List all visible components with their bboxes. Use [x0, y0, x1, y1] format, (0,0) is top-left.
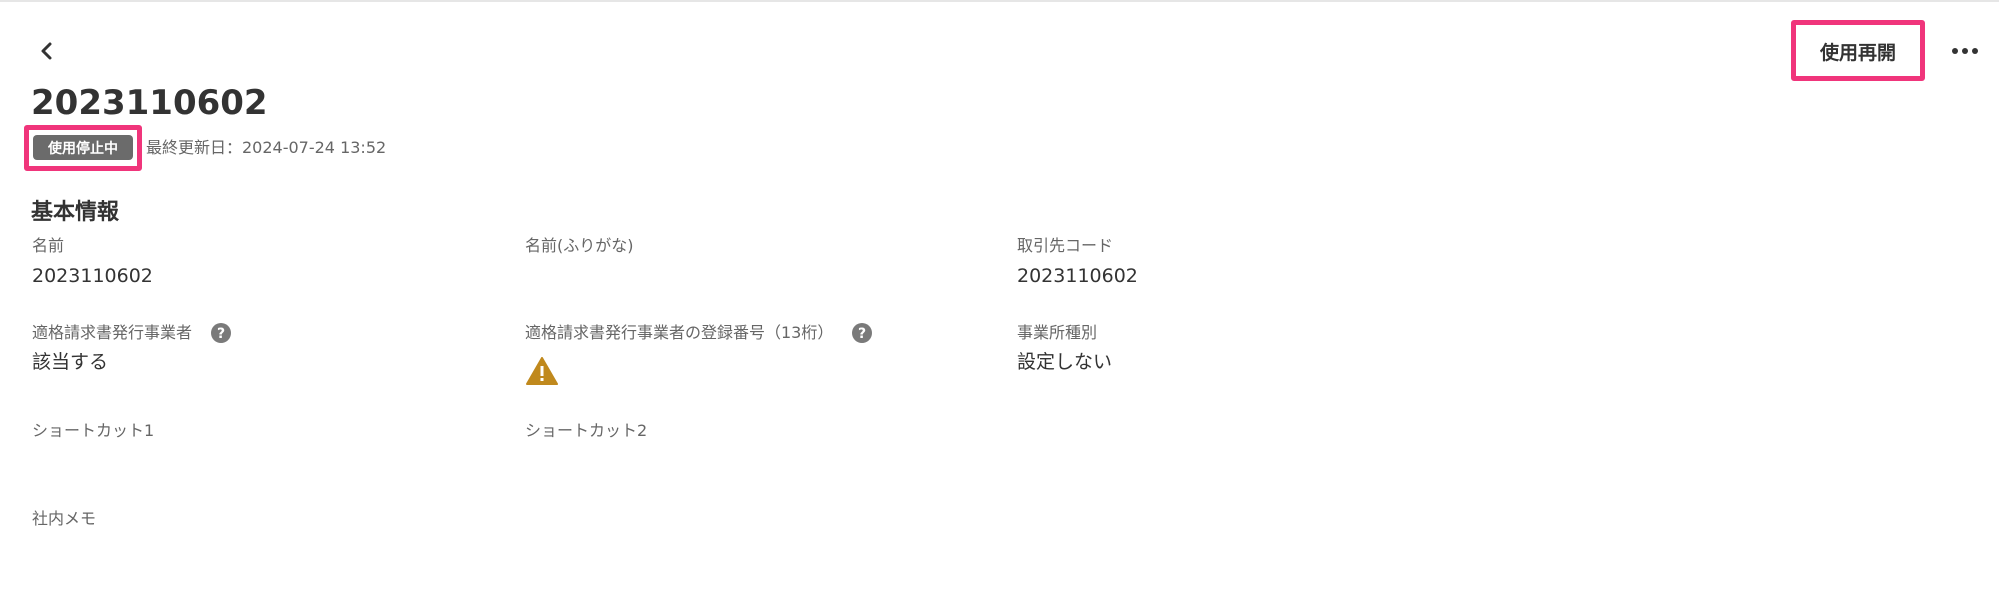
svg-text:?: ?	[217, 326, 225, 342]
status-badge: 使用停止中	[33, 135, 133, 160]
field-label-text: 適格請求書発行事業者	[32, 323, 193, 342]
more-options-button[interactable]	[1945, 34, 1985, 68]
top-divider	[0, 0, 1999, 2]
help-icon[interactable]: ?	[851, 322, 873, 344]
field-label-qualified-invoice-issuer: 適格請求書発行事業者 ?	[32, 322, 232, 344]
field-label-name-kana: 名前(ふりがな)	[525, 235, 634, 257]
more-horizontal-icon	[1952, 48, 1978, 54]
field-label-text: 社内メモ	[32, 509, 97, 528]
back-button[interactable]	[32, 36, 62, 66]
field-label-office-type: 事業所種別	[1017, 322, 1097, 344]
field-label-partner-code: 取引先コード	[1017, 235, 1113, 257]
last-updated-text: 最終更新日：2024-07-24 13:52	[146, 138, 387, 157]
field-label-text: 名前	[32, 236, 65, 255]
field-label-shortcut-1: ショートカット1	[32, 420, 154, 442]
field-label-text: ショートカット1	[32, 421, 155, 440]
field-label-internal-memo: 社内メモ	[32, 508, 96, 530]
field-label-text: 取引先コード	[1017, 236, 1114, 255]
svg-text:?: ?	[858, 326, 866, 342]
field-value-partner-code: 2023110602	[1017, 265, 1138, 287]
resume-use-button[interactable]: 使用再開	[1805, 34, 1911, 68]
section-title-basic-info: 基本情報	[31, 200, 120, 225]
field-label-registration-number: 適格請求書発行事業者の登録番号（13桁） ?	[525, 322, 873, 344]
warning-icon	[526, 357, 558, 385]
field-label-text: 名前(ふりがな)	[525, 236, 634, 255]
field-value-office-type: 設定しない	[1017, 351, 1113, 373]
field-label-name: 名前	[32, 235, 64, 257]
page-title: 2023110602	[31, 83, 268, 123]
field-label-text: ショートカット2	[525, 421, 648, 440]
help-icon[interactable]: ?	[210, 322, 232, 344]
field-value-qualified-invoice-issuer: 該当する	[32, 351, 109, 373]
field-label-shortcut-2: ショートカット2	[525, 420, 647, 442]
field-label-text: 適格請求書発行事業者の登録番号（13桁）	[525, 323, 834, 342]
field-label-text: 事業所種別	[1017, 323, 1098, 342]
field-value-name: 2023110602	[32, 265, 153, 287]
chevron-left-icon	[41, 42, 52, 60]
